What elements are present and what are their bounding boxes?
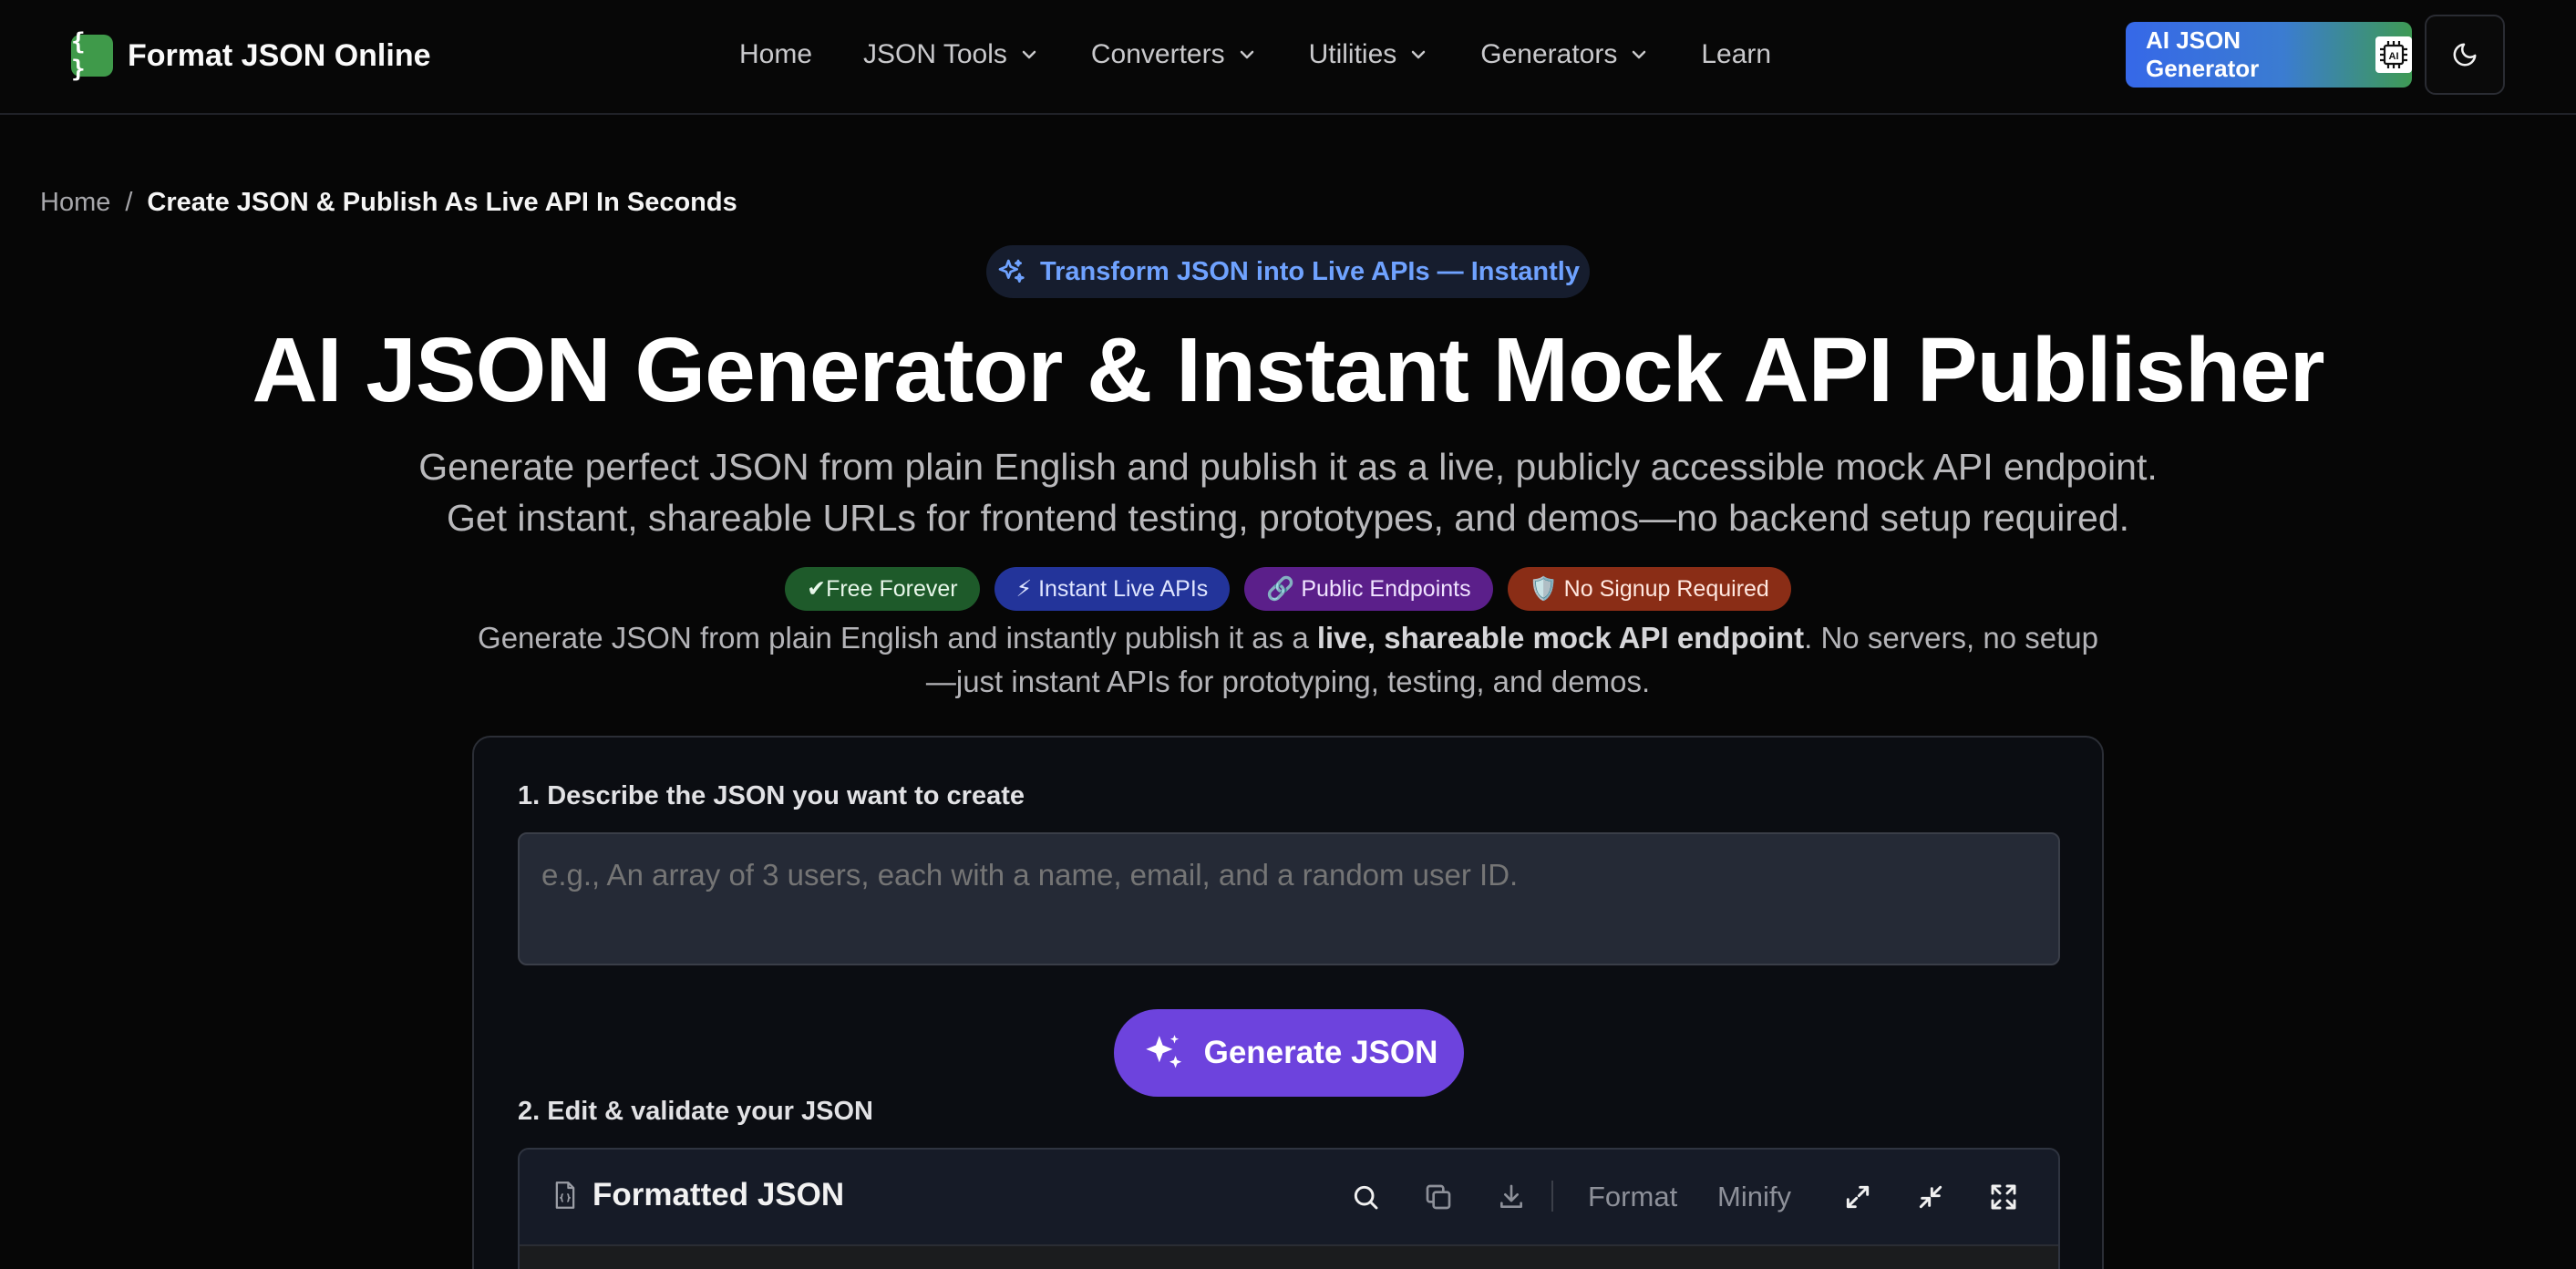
nav-utilities[interactable]: Utilities <box>1309 39 1430 70</box>
hero-subtitle-line1: Generate perfect JSON from plain English… <box>418 446 2158 488</box>
badge-instant-live-apis: ⚡ Instant Live APIs <box>994 567 1231 611</box>
nav-home-label: Home <box>739 39 813 69</box>
breadcrumb: Home / Create JSON & Publish As Live API… <box>40 188 737 218</box>
brand-name: Format JSON Online <box>128 37 431 73</box>
nav-converters[interactable]: Converters <box>1091 39 1258 70</box>
editor-title: Formatted JSON <box>552 1177 844 1213</box>
nav-home[interactable]: Home <box>739 39 812 70</box>
hero-subtitle: Generate perfect JSON from plain English… <box>273 441 2303 543</box>
download-button[interactable] <box>1491 1177 1531 1217</box>
collapse-icon <box>1919 1185 1942 1209</box>
nav-utilities-label: Utilities <box>1308 39 1397 69</box>
main-nav: Home JSON Tools Converters Utilities Gen… <box>739 31 1822 78</box>
hero-subtitle-line2: Get instant, shareable URLs for frontend… <box>446 497 2130 539</box>
generate-json-label: Generate JSON <box>1203 1035 1438 1070</box>
brand-logo-icon: { } <box>71 28 113 83</box>
hero-pill: Transform JSON into Live APIs — Instantl… <box>986 245 1590 298</box>
nav-generators[interactable]: Generators <box>1480 39 1650 70</box>
feature-badges: ✔Free Forever ⚡ Instant Live APIs 🔗 Publ… <box>0 567 2576 611</box>
format-label: Format <box>1588 1181 1678 1212</box>
copy-button[interactable] <box>1418 1177 1458 1217</box>
fullscreen-icon <box>1991 1184 2016 1210</box>
step1-label: 1. Describe the JSON you want to create <box>518 781 1025 810</box>
chevron-down-icon <box>1240 50 1253 59</box>
chevron-down-icon <box>1412 50 1426 59</box>
generate-json-button[interactable]: Generate JSON <box>1114 1009 1464 1097</box>
collapse-all-button[interactable] <box>1911 1177 1951 1217</box>
brand-link[interactable]: { } Format JSON Online <box>71 28 431 83</box>
json-editor: Formatted JSON Format Minify <box>518 1148 2060 1269</box>
minify-label: Minify <box>1717 1181 1791 1212</box>
sparkles-icon <box>1145 1035 1181 1068</box>
top-navbar: { } Format JSON Online Home JSON Tools C… <box>0 0 2576 115</box>
editor-code-area[interactable] <box>520 1244 2058 1269</box>
editor-toolbar: Formatted JSON Format Minify <box>520 1150 2058 1244</box>
download-icon <box>1500 1184 1522 1208</box>
badge-public-endpoints: 🔗 Public Endpoints <box>1244 567 1493 611</box>
badge-free-forever: ✔Free Forever <box>785 567 980 611</box>
sparkles-icon <box>998 259 1025 283</box>
expand-all-button[interactable] <box>1838 1177 1878 1217</box>
hero-description: Generate JSON from plain English and ins… <box>474 616 2102 704</box>
ai-json-generator-button[interactable]: AI JSON Generator AI <box>2126 22 2412 88</box>
format-button[interactable]: Format <box>1588 1177 1677 1217</box>
breadcrumb-home-link[interactable]: Home <box>40 188 110 218</box>
generator-card: 1. Describe the JSON you want to create … <box>472 736 2104 1269</box>
nav-json-tools-label: JSON Tools <box>863 39 1007 69</box>
nav-converters-label: Converters <box>1090 39 1225 69</box>
toolbar-divider <box>1551 1181 1553 1212</box>
chevron-down-icon <box>1633 50 1646 59</box>
fullscreen-button[interactable] <box>1984 1177 2024 1217</box>
ai-chip-icon: AI <box>2375 36 2412 73</box>
search-icon <box>1354 1185 1378 1210</box>
hero-desc-part1: Generate JSON from plain English and ins… <box>478 621 1317 655</box>
moon-icon <box>2453 43 2477 67</box>
nav-generators-label: Generators <box>1480 39 1618 69</box>
json-file-icon <box>555 1181 575 1209</box>
breadcrumb-current: Create JSON & Publish As Live API In Sec… <box>147 188 737 217</box>
breadcrumb-separator: / <box>125 188 133 217</box>
badge-no-signup: 🛡️ No Signup Required <box>1507 567 1791 611</box>
page-title: AI JSON Generator & Instant Mock API Pub… <box>252 319 2325 421</box>
minify-button[interactable]: Minify <box>1717 1177 1791 1217</box>
nav-json-tools[interactable]: JSON Tools <box>863 39 1040 70</box>
prompt-input[interactable] <box>518 832 2060 965</box>
svg-text:AI: AI <box>2389 51 2399 62</box>
copy-icon <box>1426 1184 1451 1210</box>
hero-desc-bold: live, shareable mock API endpoint <box>1316 621 1805 655</box>
search-button[interactable] <box>1345 1177 1386 1217</box>
step2-label: 2. Edit & validate your JSON <box>518 1097 873 1126</box>
nav-learn[interactable]: Learn <box>1701 39 1771 70</box>
expand-icon <box>1846 1185 1870 1209</box>
editor-title-label: Formatted JSON <box>592 1177 845 1212</box>
chevron-down-icon <box>1022 50 1036 59</box>
hero-pill-label: Transform JSON into Live APIs — Instantl… <box>1040 256 1580 286</box>
ai-json-generator-label: AI JSON Generator <box>2146 26 2260 82</box>
theme-toggle-button[interactable] <box>2425 15 2505 95</box>
nav-learn-label: Learn <box>1701 39 1772 69</box>
